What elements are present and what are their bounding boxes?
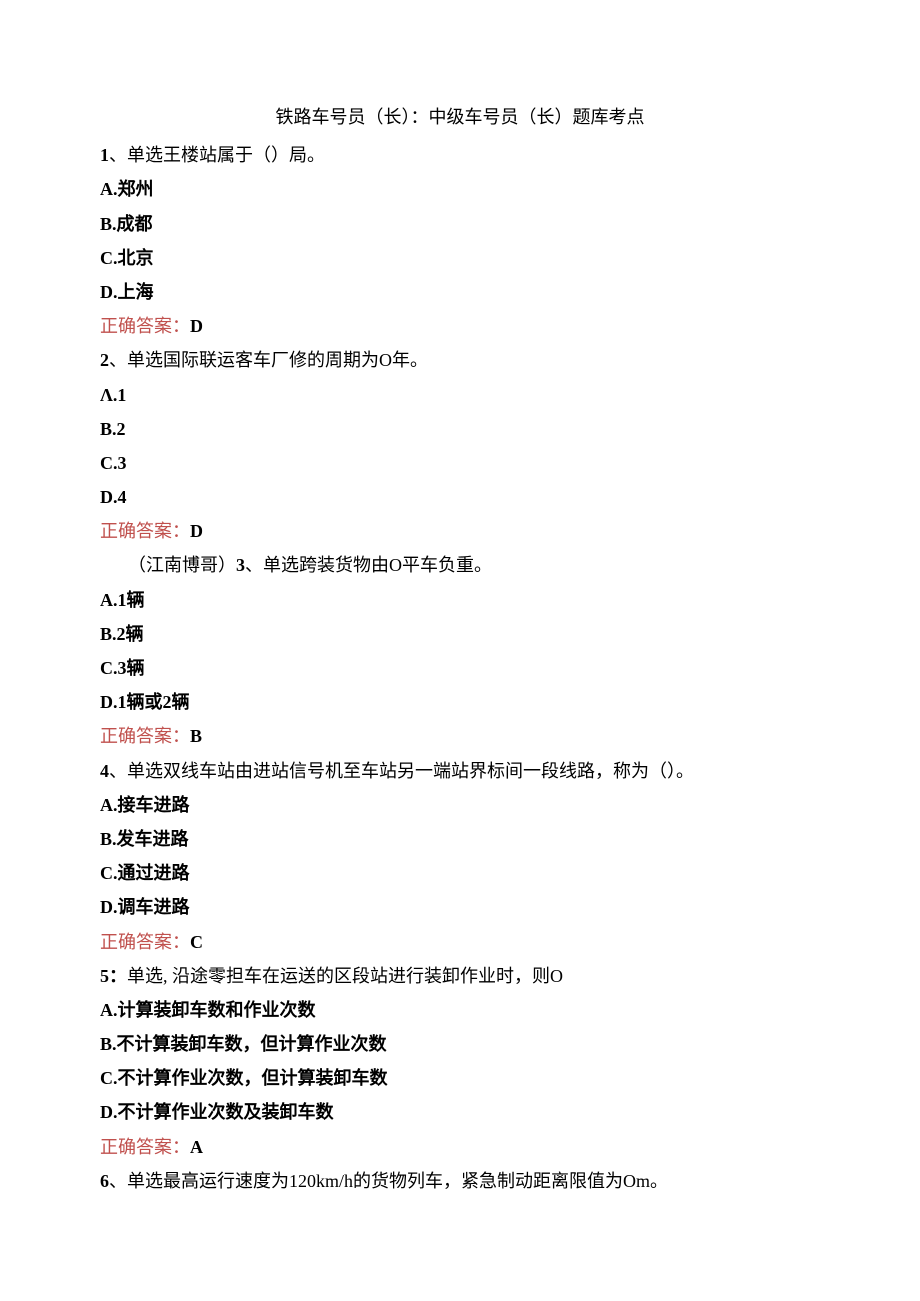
- question-stem: 5：单选, 沿途零担车在运送的区段站进行装卸作业时，则O: [100, 959, 820, 993]
- option-c: C.通过进路: [100, 856, 820, 890]
- answer-line: 正确答案：C: [100, 925, 820, 959]
- question-number: 6: [100, 1171, 109, 1191]
- question-stem: 1、单选王楼站属于（）局。: [100, 138, 820, 172]
- answer-line: 正确答案：A: [100, 1130, 820, 1164]
- option-b: B.不计算装卸车数，但计算作业次数: [100, 1027, 820, 1061]
- answer-label: 正确答案：: [100, 932, 190, 952]
- question-stem: 4、单选双线车站由进站信号机至车站另一端站界标间一段线路，称为（）。: [100, 754, 820, 788]
- option-c: C.3: [100, 446, 820, 480]
- question-text: 单选, 沿途零担车在运送的区段站进行装卸作业时，则O: [127, 966, 563, 986]
- option-d: D.不计算作业次数及装卸车数: [100, 1095, 820, 1129]
- option-c: C.不计算作业次数，但计算装卸车数: [100, 1061, 820, 1095]
- page-title: 铁路车号员（长）：中级车号员（长）题库考点: [100, 100, 820, 134]
- option-b: B.成都: [100, 207, 820, 241]
- question-text: 、单选最高运行速度为120km/h的货物列车，紧急制动距离限值为Om。: [109, 1171, 668, 1191]
- option-a: A.计算装卸车数和作业次数: [100, 993, 820, 1027]
- option-d: D.上海: [100, 275, 820, 309]
- option-b: B.2辆: [100, 617, 820, 651]
- question-text: 、单选国际联运客车厂修的周期为O年。: [109, 350, 428, 370]
- option-c: C.3辆: [100, 651, 820, 685]
- question-number: 3: [236, 555, 245, 575]
- option-d: D.4: [100, 480, 820, 514]
- question-stem: 6、单选最高运行速度为120km/h的货物列车，紧急制动距离限值为Om。: [100, 1164, 820, 1198]
- question-stem: 2、单选国际联运客车厂修的周期为O年。: [100, 343, 820, 377]
- answer-label: 正确答案：: [100, 316, 190, 336]
- answer-value: A: [190, 1137, 203, 1157]
- question-number: 1: [100, 145, 109, 165]
- option-d: D.调车进路: [100, 890, 820, 924]
- option-d: D.1辆或2辆: [100, 685, 820, 719]
- answer-value: D: [190, 521, 203, 541]
- question-number: 4: [100, 761, 109, 781]
- answer-value: D: [190, 316, 203, 336]
- answer-label: 正确答案：: [100, 726, 190, 746]
- option-c: C.北京: [100, 241, 820, 275]
- option-b: B.发车进路: [100, 822, 820, 856]
- question-text: 、单选双线车站由进站信号机至车站另一端站界标间一段线路，称为（）。: [109, 761, 694, 781]
- option-b: B.2: [100, 412, 820, 446]
- question-text: 、单选王楼站属于（）局。: [109, 145, 325, 165]
- option-a: A.接车进路: [100, 788, 820, 822]
- option-a: A.郑州: [100, 172, 820, 206]
- inline-prefix: （江南博哥）: [128, 555, 236, 575]
- answer-value: B: [190, 726, 202, 746]
- question-text: 、单选跨装货物由O平车负重。: [245, 555, 492, 575]
- answer-value: C: [190, 932, 203, 952]
- answer-line: 正确答案：D: [100, 309, 820, 343]
- answer-label: 正确答案：: [100, 521, 190, 541]
- question-number: 2: [100, 350, 109, 370]
- option-a: A.1辆: [100, 583, 820, 617]
- option-a: Λ.1: [100, 378, 820, 412]
- answer-line: 正确答案：D: [100, 514, 820, 548]
- question-number: 5：: [100, 966, 127, 986]
- answer-label: 正确答案：: [100, 1137, 190, 1157]
- question-stem: （江南博哥）3、单选跨装货物由O平车负重。: [100, 548, 820, 582]
- answer-line: 正确答案：B: [100, 719, 820, 753]
